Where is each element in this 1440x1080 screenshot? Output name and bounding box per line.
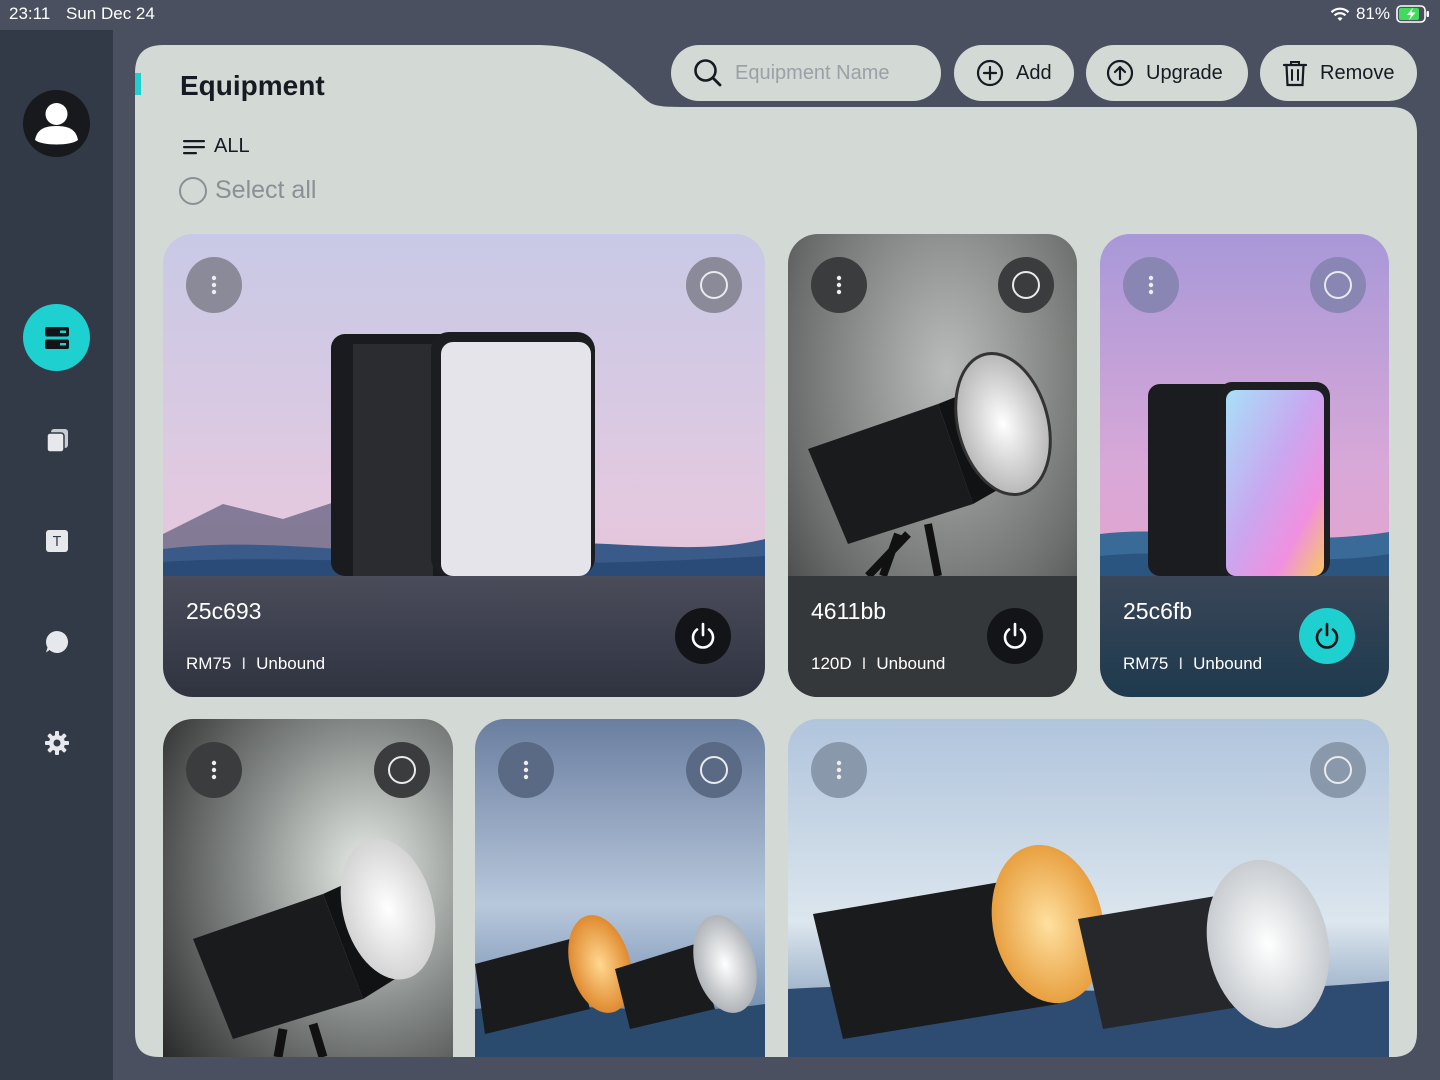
select-all-radio <box>179 176 207 205</box>
search-bar[interactable] <box>671 45 941 101</box>
card-menu-button[interactable] <box>1123 257 1179 313</box>
card-name: 25c693 <box>186 598 262 624</box>
equipment-card[interactable] <box>475 719 765 1057</box>
card-menu-button[interactable] <box>498 742 554 798</box>
card-name: 25c6fb <box>1123 598 1193 624</box>
cob-pair-photo <box>788 719 1389 1057</box>
sidebar: T <box>0 30 113 1080</box>
chat-icon <box>45 630 68 653</box>
equipment-card[interactable] <box>788 719 1389 1057</box>
user-icon <box>35 103 78 145</box>
card-model: RM75 <box>186 654 232 673</box>
more-vertical-icon <box>836 275 842 295</box>
more-vertical-icon <box>211 760 217 780</box>
remove-button[interactable]: Remove <box>1260 45 1417 101</box>
add-button[interactable]: Add <box>954 45 1074 101</box>
card-meta: RM75 I Unbound <box>1123 654 1262 674</box>
svg-text:T: T <box>52 535 61 550</box>
select-all-toggle[interactable]: Select all <box>179 176 316 205</box>
select-radio <box>1324 756 1352 784</box>
remove-label: Remove <box>1320 61 1395 84</box>
power-button[interactable] <box>675 608 731 664</box>
card-select-button[interactable] <box>1310 257 1366 313</box>
gear-icon <box>44 730 69 755</box>
search-input[interactable] <box>735 61 925 85</box>
select-radio <box>388 756 416 784</box>
avatar[interactable] <box>23 90 90 157</box>
power-icon <box>691 622 715 649</box>
devices-icon <box>44 326 69 349</box>
select-radio <box>700 756 728 784</box>
status-right: 81% <box>1330 4 1430 24</box>
title-accent <box>135 73 141 95</box>
upgrade-label: Upgrade <box>1146 61 1223 84</box>
card-name: 4611bb <box>811 598 887 624</box>
card-status: Unbound <box>256 654 326 673</box>
sidebar-item-text[interactable]: T <box>23 507 90 574</box>
sidebar-item-settings[interactable] <box>23 709 90 776</box>
more-vertical-icon <box>523 760 529 780</box>
power-button[interactable] <box>987 608 1043 664</box>
equipment-card[interactable]: 25c693 RM75 I Unbound <box>163 234 765 697</box>
library-icon <box>45 428 68 453</box>
card-separator: I <box>1178 654 1184 673</box>
card-menu-button[interactable] <box>186 257 242 313</box>
card-menu-button[interactable] <box>186 742 242 798</box>
sidebar-item-library[interactable] <box>23 406 90 473</box>
card-select-button[interactable] <box>686 257 742 313</box>
card-meta: RM75 I Unbound <box>186 654 325 674</box>
plus-circle-icon <box>976 59 1004 87</box>
equipment-card[interactable]: 25c6fb RM75 I Unbound <box>1100 234 1389 697</box>
select-radio <box>1324 271 1352 299</box>
more-vertical-icon <box>1148 275 1154 295</box>
status-date: Sun Dec 24 <box>66 4 155 23</box>
equipment-card[interactable] <box>163 719 453 1057</box>
card-select-button[interactable] <box>1310 742 1366 798</box>
card-select-button[interactable] <box>686 742 742 798</box>
filter-label: ALL <box>214 135 250 157</box>
add-label: Add <box>1016 61 1052 84</box>
trash-icon <box>1282 61 1308 87</box>
card-select-button[interactable] <box>374 742 430 798</box>
status-time: 23:11 <box>9 4 51 23</box>
card-meta: 120D I Unbound <box>811 654 945 674</box>
select-radio <box>1012 271 1040 299</box>
more-vertical-icon <box>836 760 842 780</box>
card-menu-button[interactable] <box>811 257 867 313</box>
menu-lines-icon <box>183 139 205 154</box>
card-separator: I <box>861 654 867 673</box>
power-icon <box>1315 622 1339 649</box>
equipment-card[interactable]: 4611bb 120D I Unbound <box>788 234 1077 697</box>
card-status: Unbound <box>876 654 946 673</box>
sidebar-item-devices[interactable] <box>23 304 90 371</box>
card-model: 120D <box>811 654 852 673</box>
battery-icon <box>1396 5 1429 23</box>
search-icon <box>694 59 722 87</box>
sidebar-item-chat[interactable] <box>23 608 90 675</box>
power-icon <box>1003 622 1027 649</box>
card-menu-button[interactable] <box>811 742 867 798</box>
text-icon: T <box>45 529 68 552</box>
card-separator: I <box>241 654 247 673</box>
card-select-button[interactable] <box>998 257 1054 313</box>
more-vertical-icon <box>211 275 217 295</box>
wifi-icon <box>1330 7 1350 21</box>
battery-percent: 81% <box>1355 4 1390 23</box>
upload-circle-icon <box>1106 59 1134 87</box>
upgrade-button[interactable]: Upgrade <box>1086 45 1248 101</box>
panel-light-photo <box>163 234 765 697</box>
card-model: RM75 <box>1123 654 1169 673</box>
status-bar: 23:11 Sun Dec 24 81% <box>0 0 1440 30</box>
page-title: Equipment <box>180 70 325 101</box>
power-button[interactable] <box>1299 608 1355 664</box>
select-all-label: Select all <box>215 176 317 204</box>
select-radio <box>700 271 728 299</box>
filter-dropdown[interactable]: ALL <box>182 135 250 158</box>
card-status: Unbound <box>1193 654 1263 673</box>
